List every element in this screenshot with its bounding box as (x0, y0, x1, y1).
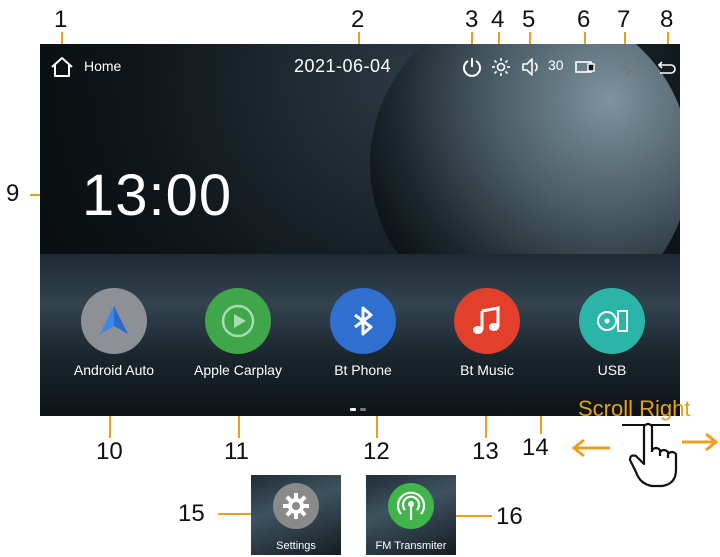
app-usb[interactable]: USB (552, 288, 672, 378)
callout-7: 7 (617, 6, 631, 33)
page-dot (360, 408, 366, 411)
app-fm-transmiter[interactable]: FM Transmiter (366, 475, 456, 555)
callout-2: 2 (351, 6, 365, 33)
callout-11: 11 (224, 438, 249, 465)
page-dot-active (350, 408, 356, 411)
callout-13: 13 (472, 438, 499, 465)
callout-4: 4 (491, 6, 505, 33)
callout-6: 6 (577, 6, 591, 33)
callout-16: 16 (496, 503, 523, 530)
app-android-auto[interactable]: Android Auto (54, 288, 174, 378)
page-indicator (348, 398, 368, 416)
home-label[interactable]: Home (84, 58, 121, 74)
app-label: FM Transmiter (375, 540, 447, 552)
app-apple-carplay[interactable]: Apple Carplay (178, 288, 298, 378)
clock-time: 13:00 (82, 163, 233, 228)
usb-icon (579, 288, 645, 354)
callout-12: 12 (363, 438, 390, 465)
music-note-icon (454, 288, 520, 354)
carplay-icon (205, 288, 271, 354)
arrow-right-icon (682, 432, 718, 452)
bluetooth-phone-icon (330, 288, 396, 354)
app-label: Bt Phone (334, 362, 392, 378)
app-label: Apple Carplay (194, 362, 282, 378)
app-bt-phone[interactable]: Bt Phone (303, 288, 423, 378)
leader-15 (218, 513, 252, 515)
bluetooth-icon[interactable] (615, 56, 637, 78)
callout-9: 9 (6, 180, 20, 207)
app-label: Android Auto (73, 362, 155, 378)
screen-mirror-icon[interactable] (574, 56, 596, 78)
fm-broadcast-icon (388, 483, 434, 529)
callout-3: 3 (465, 6, 479, 33)
app-bt-music[interactable]: Bt Music (427, 288, 547, 378)
status-bar: Home 2021-06-04 30 (40, 44, 680, 88)
back-icon[interactable] (656, 56, 678, 78)
arrow-left-icon (572, 438, 610, 458)
app-label: Settings (276, 540, 316, 552)
home-screen: Home 2021-06-04 30 13:00 Android Auto Ap… (40, 44, 680, 416)
app-settings[interactable]: Settings (251, 475, 341, 555)
callout-15: 15 (178, 500, 205, 527)
power-icon[interactable] (461, 56, 483, 78)
brightness-icon[interactable] (490, 56, 512, 78)
leader-16 (454, 515, 492, 517)
home-icon[interactable] (50, 56, 74, 78)
callout-1: 1 (54, 6, 68, 33)
volume-value: 30 (548, 57, 564, 73)
app-label: Bt Music (460, 362, 514, 378)
callout-10: 10 (96, 438, 123, 465)
date-display: 2021-06-04 (294, 56, 392, 76)
volume-icon[interactable] (520, 56, 542, 78)
android-auto-icon (81, 288, 147, 354)
scroll-right-hint: Scroll Right (578, 396, 691, 421)
callout-5: 5 (522, 6, 536, 33)
callout-14: 14 (522, 434, 549, 461)
hand-pointer-icon (628, 422, 678, 488)
callout-8: 8 (660, 6, 674, 33)
app-label: USB (597, 362, 627, 378)
gear-icon (273, 483, 319, 529)
